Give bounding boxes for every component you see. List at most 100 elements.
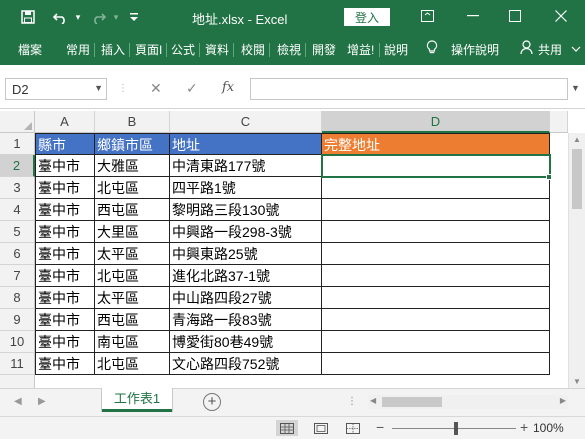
table-cell[interactable]: 中興東路25號 bbox=[170, 243, 322, 265]
table-cell[interactable]: 臺中市 bbox=[35, 243, 95, 265]
vertical-scrollbar[interactable]: ▲ ▼ bbox=[568, 133, 585, 388]
tab-data[interactable]: 資料 bbox=[205, 41, 229, 58]
table-cell[interactable]: 北屯區 bbox=[95, 177, 170, 199]
vertical-scroll-thumb[interactable] bbox=[572, 149, 582, 209]
save-icon[interactable] bbox=[18, 7, 38, 27]
maximize-icon[interactable] bbox=[502, 4, 528, 28]
table-cell[interactable]: 西屯區 bbox=[95, 309, 170, 331]
row-header[interactable]: 10 bbox=[0, 331, 35, 353]
row-header[interactable]: 6 bbox=[0, 243, 35, 265]
column-header-b[interactable]: B bbox=[95, 111, 170, 133]
table-cell[interactable] bbox=[322, 199, 550, 221]
table-cell[interactable]: 南屯區 bbox=[95, 331, 170, 353]
tab-help[interactable]: 說明 bbox=[384, 41, 408, 58]
column-header-d[interactable]: D bbox=[322, 111, 550, 133]
row-header[interactable]: 8 bbox=[0, 287, 35, 309]
table-cell[interactable]: 北屯區 bbox=[95, 265, 170, 287]
row-header[interactable]: 4 bbox=[0, 199, 35, 221]
row-header[interactable]: 9 bbox=[0, 309, 35, 331]
row-header[interactable]: 3 bbox=[0, 177, 35, 199]
horizontal-scroll-thumb[interactable] bbox=[382, 397, 442, 407]
table-cell[interactable]: 臺中市 bbox=[35, 221, 95, 243]
row-header[interactable]: 11 bbox=[0, 353, 35, 375]
user-icon[interactable] bbox=[520, 40, 533, 58]
share-button[interactable]: 共用 bbox=[538, 41, 562, 58]
tab-review[interactable]: 校閱 bbox=[241, 41, 265, 58]
zoom-in-icon[interactable]: + bbox=[520, 419, 528, 435]
table-cell[interactable]: 臺中市 bbox=[35, 287, 95, 309]
tab-file[interactable]: 檔案 bbox=[18, 41, 42, 58]
table-cell[interactable]: 臺中市 bbox=[35, 309, 95, 331]
tab-insert[interactable]: 插入 bbox=[101, 41, 125, 58]
next-sheet-icon[interactable]: ▶ bbox=[38, 396, 46, 407]
fill-handle[interactable] bbox=[546, 174, 552, 180]
scroll-right-icon[interactable]: ▶ bbox=[560, 396, 566, 405]
normal-view-icon[interactable] bbox=[276, 420, 298, 436]
confirm-entry-icon[interactable]: ✓ bbox=[186, 80, 198, 97]
select-all-button[interactable] bbox=[0, 111, 35, 133]
insert-function-icon[interactable]: fx bbox=[222, 80, 234, 95]
tab-developer[interactable]: 開發 bbox=[312, 41, 336, 58]
lightbulb-icon[interactable] bbox=[426, 40, 438, 58]
table-cell[interactable]: 臺中市 bbox=[35, 177, 95, 199]
table-cell[interactable]: 太平區 bbox=[95, 287, 170, 309]
name-box[interactable]: D2 ▼ bbox=[5, 78, 107, 100]
table-cell[interactable]: 臺中市 bbox=[35, 199, 95, 221]
table-cell[interactable]: 太平區 bbox=[95, 243, 170, 265]
table-cell[interactable]: 北屯區 bbox=[95, 353, 170, 375]
sheet-tab-active[interactable]: 工作表1 bbox=[102, 388, 172, 412]
zoom-out-icon[interactable]: − bbox=[376, 419, 384, 435]
table-cell[interactable]: 中清東路177號 bbox=[170, 155, 322, 177]
tab-formulas[interactable]: 公式 bbox=[171, 41, 195, 58]
ribbon-display-options-icon[interactable] bbox=[414, 4, 440, 28]
table-cell[interactable]: 黎明路三段130號 bbox=[170, 199, 322, 221]
tell-me-search[interactable]: 操作說明 bbox=[451, 41, 499, 58]
table-cell[interactable]: 文心路四段752號 bbox=[170, 353, 322, 375]
column-header-a[interactable]: A bbox=[35, 111, 95, 133]
table-cell[interactable]: 中山路四段27號 bbox=[170, 287, 322, 309]
cancel-entry-icon[interactable]: ✕ bbox=[150, 80, 162, 97]
header-cell-address[interactable]: 地址 bbox=[170, 133, 322, 155]
undo-dropdown-icon[interactable]: ▾ bbox=[68, 7, 88, 27]
header-cell-full-address[interactable]: 完整地址 bbox=[322, 133, 550, 155]
tab-splitter-icon[interactable]: ⋮ bbox=[347, 396, 358, 407]
column-header-c[interactable]: C bbox=[170, 111, 322, 133]
table-cell[interactable]: 進化北路37-1號 bbox=[170, 265, 322, 287]
table-cell[interactable]: 臺中市 bbox=[35, 353, 95, 375]
zoom-slider-thumb[interactable] bbox=[454, 422, 458, 435]
undo-icon[interactable] bbox=[50, 7, 70, 27]
table-cell[interactable]: 博愛街80巷49號 bbox=[170, 331, 322, 353]
table-cell[interactable]: 大雅區 bbox=[95, 155, 170, 177]
table-cell[interactable]: 臺中市 bbox=[35, 155, 95, 177]
scroll-down-icon[interactable]: ▼ bbox=[573, 377, 581, 386]
table-cell[interactable]: 臺中市 bbox=[35, 331, 95, 353]
table-cell[interactable] bbox=[322, 265, 550, 287]
formula-input[interactable] bbox=[250, 78, 568, 100]
row-header[interactable]: 7 bbox=[0, 265, 35, 287]
table-cell[interactable]: 大里區 bbox=[95, 221, 170, 243]
table-cell[interactable] bbox=[322, 243, 550, 265]
row-header[interactable]: 5 bbox=[0, 221, 35, 243]
previous-sheet-icon[interactable]: ◀ bbox=[14, 396, 22, 407]
login-button[interactable]: 登入 bbox=[344, 8, 390, 26]
tab-page-layout[interactable]: 頁面I bbox=[135, 41, 162, 58]
scroll-left-icon[interactable]: ◀ bbox=[370, 396, 376, 405]
page-break-preview-icon[interactable] bbox=[342, 420, 364, 436]
collapse-ribbon-icon[interactable] bbox=[571, 43, 581, 57]
scroll-up-icon[interactable]: ▲ bbox=[573, 135, 581, 144]
table-cell[interactable] bbox=[322, 155, 550, 177]
redo-icon[interactable] bbox=[88, 7, 108, 27]
header-cell-district[interactable]: 鄉鎮市區 bbox=[95, 133, 170, 155]
table-cell[interactable]: 青海路一段83號 bbox=[170, 309, 322, 331]
table-cell[interactable] bbox=[322, 331, 550, 353]
minimize-icon[interactable] bbox=[460, 4, 486, 28]
row-header-partial[interactable] bbox=[0, 375, 35, 388]
customize-quick-access-icon[interactable] bbox=[124, 7, 144, 27]
column-header-e-partial[interactable] bbox=[550, 111, 568, 133]
row-header[interactable]: 2 bbox=[0, 155, 35, 177]
close-icon[interactable] bbox=[548, 4, 574, 28]
table-cell[interactable] bbox=[322, 287, 550, 309]
table-cell[interactable]: 中興路一段298-3號 bbox=[170, 221, 322, 243]
table-cell[interactable]: 四平路1號 bbox=[170, 177, 322, 199]
horizontal-scrollbar[interactable]: ◀ ▶ bbox=[368, 395, 568, 409]
